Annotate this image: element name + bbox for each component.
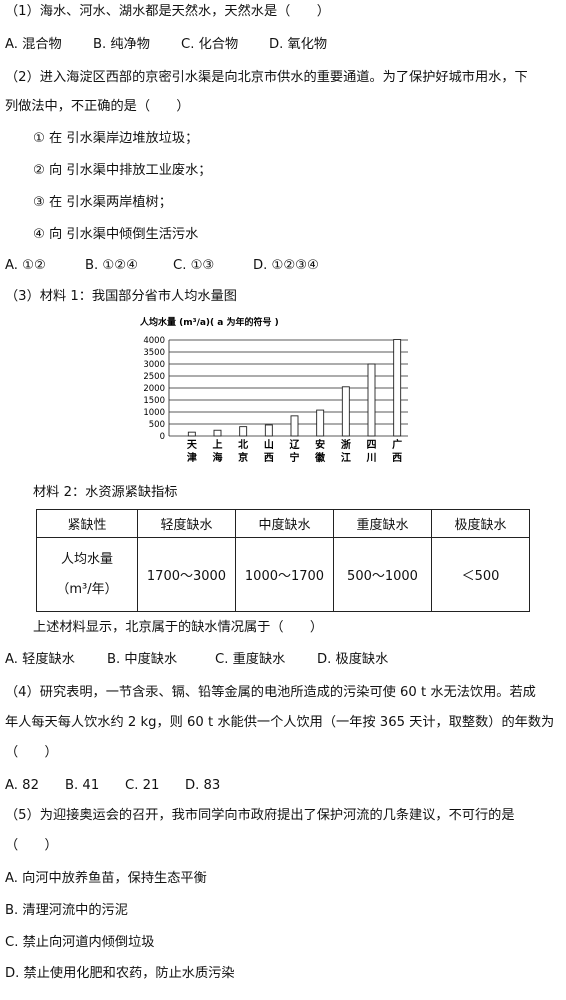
table-header-row: 紧缺性 轻度缺水 中度缺水 重度缺水 极度缺水 [36, 509, 530, 538]
x-tick-label: 津 [187, 451, 197, 464]
x-tick-label: 西 [264, 452, 274, 464]
chart-bar [290, 415, 299, 437]
q3-stem: （3）材料 1：我国部分省市人均水量图 [5, 289, 237, 304]
q2-option-b: B. ①②④ [85, 258, 138, 273]
chart-bar [393, 339, 402, 437]
y-tick-label: 3000 [143, 360, 165, 370]
chart-bar [341, 386, 350, 437]
x-tick-label: 川 [366, 452, 377, 464]
q4-option-d: D. 83 [185, 778, 221, 793]
y-tick-label: 2500 [143, 372, 165, 382]
table-header-cell: 重度缺水 [333, 509, 432, 538]
chart-y-ticks: 0 500 1000 1500 2000 2500 3000 3500 4000 [143, 336, 165, 442]
q3-options: A. 轻度缺水 B. 中度缺水 C. 重度缺水 D. 极度缺水 [5, 651, 388, 669]
table-header-cell: 紧缺性 [36, 509, 138, 538]
q1-option-a: A. 混合物 [5, 37, 62, 52]
x-tick-label: 宁 [290, 451, 300, 464]
q3-conclusion: 上述材料显示，北京属于的缺水情况属于（ ） [33, 620, 324, 635]
q2-item-1: ① 在 引水渠岸边堆放垃圾； [33, 131, 199, 146]
x-tick-label: 上 [213, 438, 223, 451]
chart-bar [213, 429, 222, 437]
table-cell: ＜500 [431, 537, 530, 612]
table-header-cell: 中度缺水 [235, 509, 334, 538]
q4-options: A. 82 B. 41 C. 21 D. 83 [5, 777, 220, 795]
chart-title: 人均水量 (m³/a)( a 为年的符号 ) [139, 316, 279, 328]
q4-stem-line3: （ ） [5, 745, 58, 760]
chart-bar [239, 426, 248, 437]
material2-title: 材料 2：水资源紧缺指标 [33, 485, 178, 500]
table-row-label: 人均水量 （m³/年） [36, 537, 138, 612]
q2-stem-line1: （2）进入海淀区西部的京密引水渠是向北京市供水的重要通道。为了保护好城市用水，下 [5, 70, 528, 85]
chart-bar [187, 431, 196, 437]
x-tick-label: 浙 [341, 438, 351, 451]
table-header-cell: 轻度缺水 [137, 509, 236, 538]
q2-item-4: ④ 向 引水渠中倾倒生活污水 [33, 227, 199, 242]
q1-option-c: C. 化合物 [181, 37, 239, 52]
q2-stem-line2: 列做法中，不正确的是（ ） [5, 99, 190, 114]
x-tick-label: 徽 [314, 451, 326, 464]
y-tick-label: 3500 [143, 348, 165, 358]
x-tick-label: 江 [341, 451, 351, 464]
x-tick-label: 京 [238, 451, 248, 464]
q5-stem-line2: （ ） [5, 838, 58, 853]
q5-option-d: D. 禁止使用化肥和农药，防止水质污染 [5, 966, 235, 981]
q5-option-c: C. 禁止向河道内倾倒垃圾 [5, 935, 155, 950]
table-row: 人均水量 （m³/年） 1700～3000 1000～1700 500～1000… [36, 537, 530, 612]
water-per-capita-chart: 人均水量 (m³/a)( a 为年的符号 ) 0 500 1000 1500 2000 2… [139, 316, 408, 464]
q3-option-d: D. 极度缺水 [317, 652, 389, 667]
q2-option-a: A. ①② [5, 258, 46, 273]
q2-option-c: C. ①③ [173, 258, 215, 273]
q3-option-b: B. 中度缺水 [107, 652, 178, 667]
q4-stem-line2: 年人每天每人饮水约 2 kg，则 60 t 水能供一个人饮用（一年按 365 天… [5, 715, 555, 730]
y-tick-label: 1500 [143, 396, 165, 406]
q5-stem-line1: （5）为迎接奥运会的召开，我市同学向市政府提出了保护河流的几条建议，不可行的是 [5, 808, 515, 823]
row-label-line1: 人均水量 [60, 551, 113, 567]
q3-option-a: A. 轻度缺水 [5, 652, 75, 667]
table-cell: 500～1000 [333, 537, 432, 612]
q2-options: A. ①② B. ①②④ C. ①③ D. ①②③④ [5, 257, 319, 275]
table-cell: 1000～1700 [235, 537, 334, 612]
scarcity-table: 紧缺性 轻度缺水 中度缺水 重度缺水 极度缺水 人均水量 （m³/年） 1700… [36, 509, 530, 612]
chart-bar [367, 363, 376, 437]
x-tick-label: 山 [264, 438, 274, 451]
table-cell: 1700～3000 [137, 537, 236, 612]
q1-options: A. 混合物 B. 纯净物 C. 化合物 D. 氧化物 [5, 36, 327, 54]
y-tick-label: 2000 [143, 384, 165, 394]
q1-option-d: D. 氧化物 [269, 37, 328, 52]
q4-stem-line1: （4）研究表明，一节含汞、镉、铅等金属的电池所造成的污染可使 60 t 水无法饮… [5, 685, 536, 700]
chart-x-labels: 天津上海北京山西辽宁安徽浙江四川广西 [187, 438, 402, 464]
y-tick-label: 1000 [143, 408, 165, 418]
q4-option-b: B. 41 [65, 778, 100, 793]
chart-bar [264, 424, 273, 437]
x-tick-label: 四 [367, 439, 377, 451]
q5-option-b: B. 清理河流中的污泥 [5, 903, 128, 918]
q1-stem: （1）海水、河水、湖水都是天然水，天然水是（ ） [5, 4, 330, 19]
chart-bar [316, 409, 325, 437]
y-tick-label: 0 [160, 432, 165, 442]
x-tick-label: 北 [238, 438, 248, 451]
x-tick-label: 辽 [290, 439, 301, 451]
q1-option-b: B. 纯净物 [93, 37, 150, 52]
q5-option-a: A. 向河中放养鱼苗，保持生态平衡 [5, 871, 207, 886]
x-tick-label: 海 [213, 451, 223, 464]
q4-option-c: C. 21 [125, 778, 160, 793]
y-tick-label: 4000 [143, 336, 165, 346]
y-tick-label: 500 [149, 420, 165, 430]
x-tick-label: 广 [392, 438, 402, 451]
x-tick-label: 西 [392, 452, 402, 464]
table-header-cell: 极度缺水 [431, 509, 530, 538]
x-tick-label: 安 [315, 438, 325, 451]
q3-option-c: C. 重度缺水 [215, 652, 286, 667]
q2-item-2: ② 向 引水渠中排放工业废水； [33, 163, 212, 178]
row-label-line2: （m³/年） [56, 581, 118, 597]
q4-option-a: A. 82 [5, 778, 39, 793]
q2-item-3: ③ 在 引水渠两岸植树； [33, 195, 172, 210]
x-tick-label: 天 [187, 439, 198, 451]
q2-option-d: D. ①②③④ [253, 258, 319, 273]
